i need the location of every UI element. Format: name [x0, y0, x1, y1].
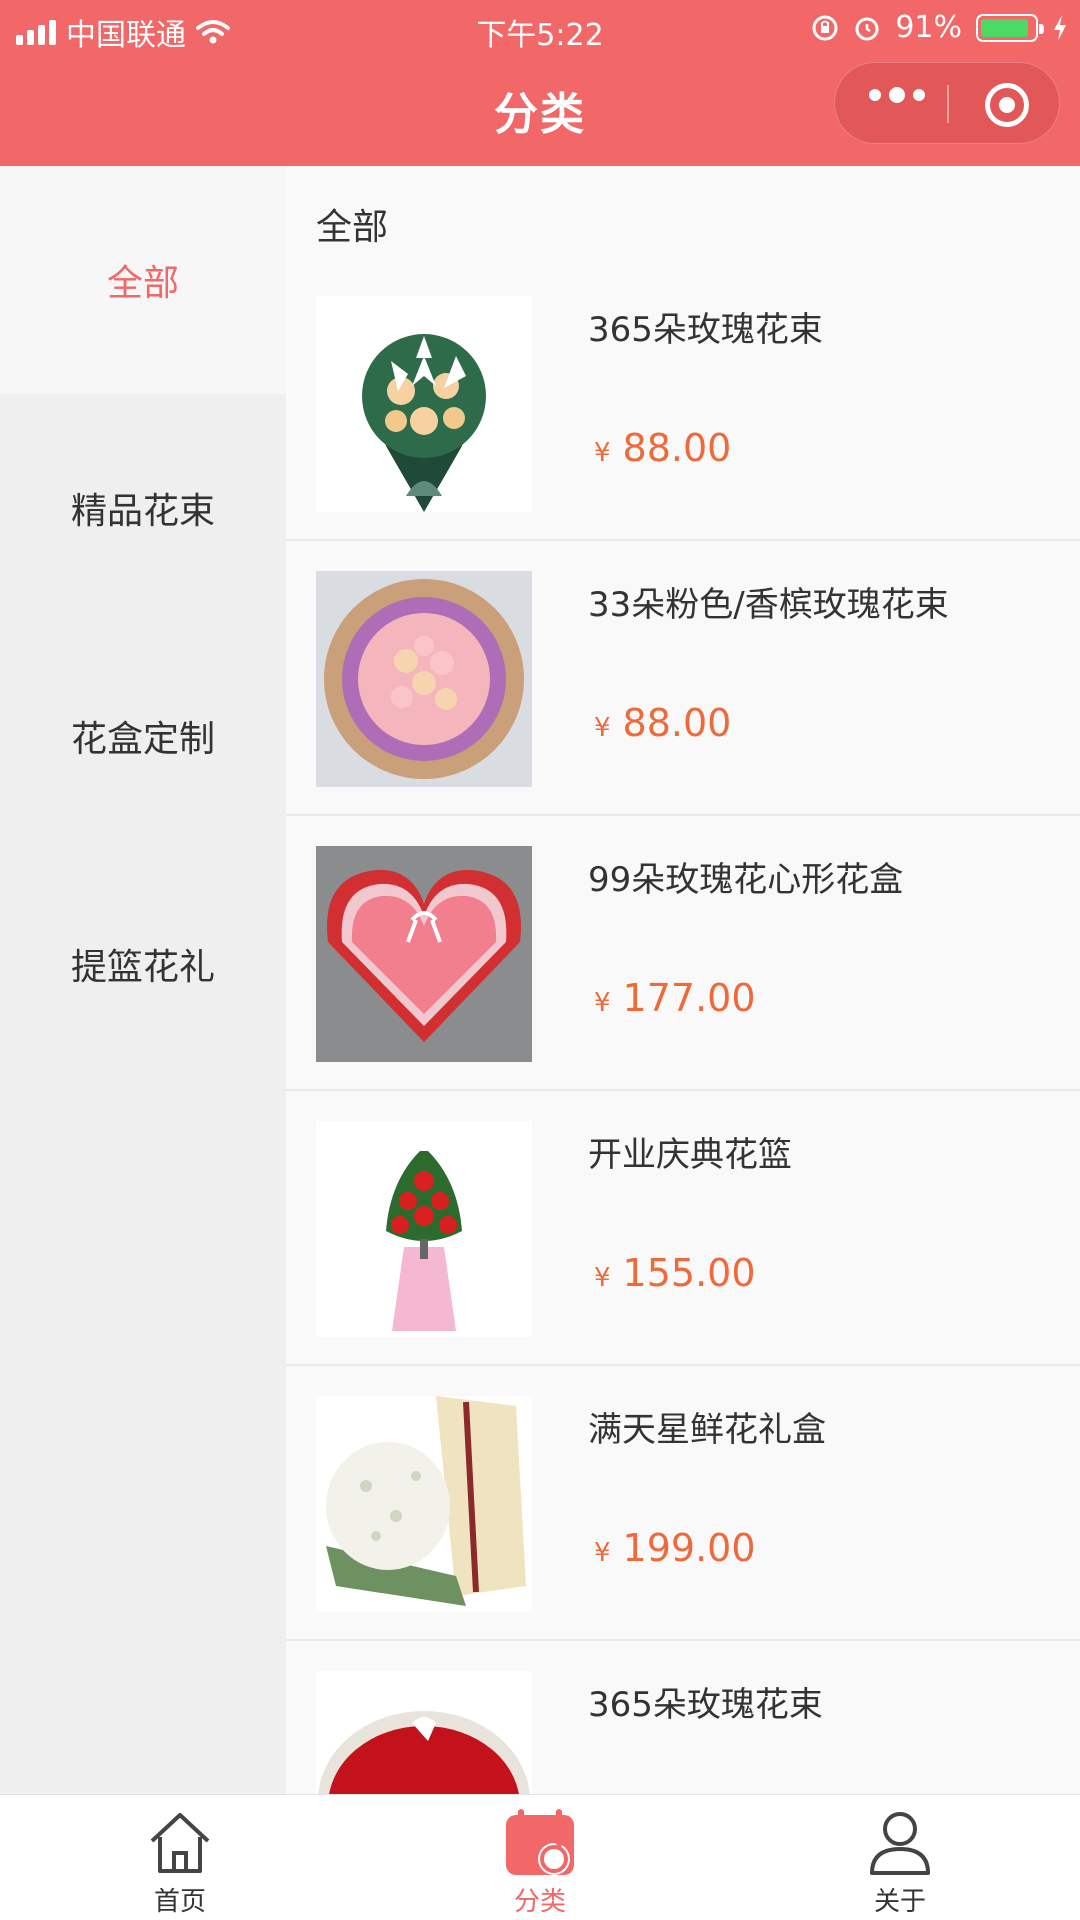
product-name: 365朵玫瑰花束: [588, 310, 823, 350]
bottom-tabbar: 首页 分类 关于: [0, 1794, 1080, 1920]
tab-label: 关于: [873, 1887, 926, 1917]
sidebar-item-custom-box[interactable]: 花盒定制: [0, 622, 286, 850]
category-sidebar: 全部 精品花束 花盒定制 提篮花礼: [0, 166, 286, 1794]
sidebar-item-all[interactable]: 全部: [0, 166, 286, 394]
rotation-lock-icon: [812, 15, 838, 40]
top-bar: 中国联通 下午5:22 91% 分类: [0, 0, 1080, 166]
tab-label: 分类: [513, 1887, 566, 1917]
product-image: [316, 296, 532, 512]
tab-category[interactable]: 分类: [440, 1795, 640, 1920]
product-name: 满天星鲜花礼盒: [588, 1410, 826, 1450]
product-name: 33朵粉色/香槟玫瑰花束: [588, 585, 949, 625]
status-bar: 中国联通 下午5:22 91%: [0, 0, 1080, 56]
home-icon: [150, 1813, 210, 1873]
product-image: [316, 1396, 532, 1612]
miniprogram-capsule: [834, 62, 1060, 144]
more-icon[interactable]: [869, 87, 925, 103]
product-item[interactable]: 99朵玫瑰花心形花盒 ¥177.00: [286, 816, 1080, 1091]
product-item[interactable]: 365朵玫瑰花束: [286, 1641, 1080, 1794]
product-name: 365朵玫瑰花束: [588, 1685, 823, 1725]
product-image: [316, 1121, 532, 1337]
user-icon: [870, 1812, 930, 1875]
product-price: ¥88.00: [594, 426, 732, 470]
product-price: ¥177.00: [594, 976, 756, 1020]
tab-label: 首页: [153, 1887, 206, 1917]
tab-about[interactable]: 关于: [800, 1795, 1000, 1920]
product-price: ¥88.00: [594, 701, 732, 745]
close-miniprogram-icon[interactable]: [985, 83, 1029, 127]
product-item[interactable]: 开业庆典花篮 ¥155.00: [286, 1091, 1080, 1366]
tab-home[interactable]: 首页: [80, 1795, 280, 1920]
product-item[interactable]: 满天星鲜花礼盒 ¥199.00: [286, 1366, 1080, 1641]
product-name: 99朵玫瑰花心形花盒: [588, 860, 904, 900]
product-image: [316, 846, 532, 1062]
product-list: 全部 365朵玫瑰花束 ¥88.00 33朵粉色/香槟玫瑰花束 ¥ 88.00 …: [286, 166, 1080, 1794]
product-name: 开业庆典花篮: [588, 1135, 792, 1175]
sidebar-item-basket[interactable]: 提篮花礼: [0, 850, 286, 1078]
product-image: [316, 571, 532, 787]
charging-icon: [1054, 14, 1066, 41]
product-item[interactable]: 365朵玫瑰花束 ¥88.00: [286, 266, 1080, 541]
battery-percent: 91%: [895, 10, 962, 45]
product-price: ¥199.00: [594, 1526, 756, 1570]
product-image: [316, 1671, 532, 1794]
category-icon: [506, 1809, 574, 1875]
section-title: 全部: [316, 207, 389, 248]
capsule-divider: [947, 85, 949, 123]
sidebar-item-premium-bouquet[interactable]: 精品花束: [0, 394, 286, 622]
battery-icon: [976, 13, 1044, 42]
battery-level: [981, 18, 1029, 37]
alarm-icon: [855, 17, 879, 40]
product-item[interactable]: 33朵粉色/香槟玫瑰花束 ¥88.00: [286, 541, 1080, 816]
product-price: ¥155.00: [594, 1251, 756, 1295]
